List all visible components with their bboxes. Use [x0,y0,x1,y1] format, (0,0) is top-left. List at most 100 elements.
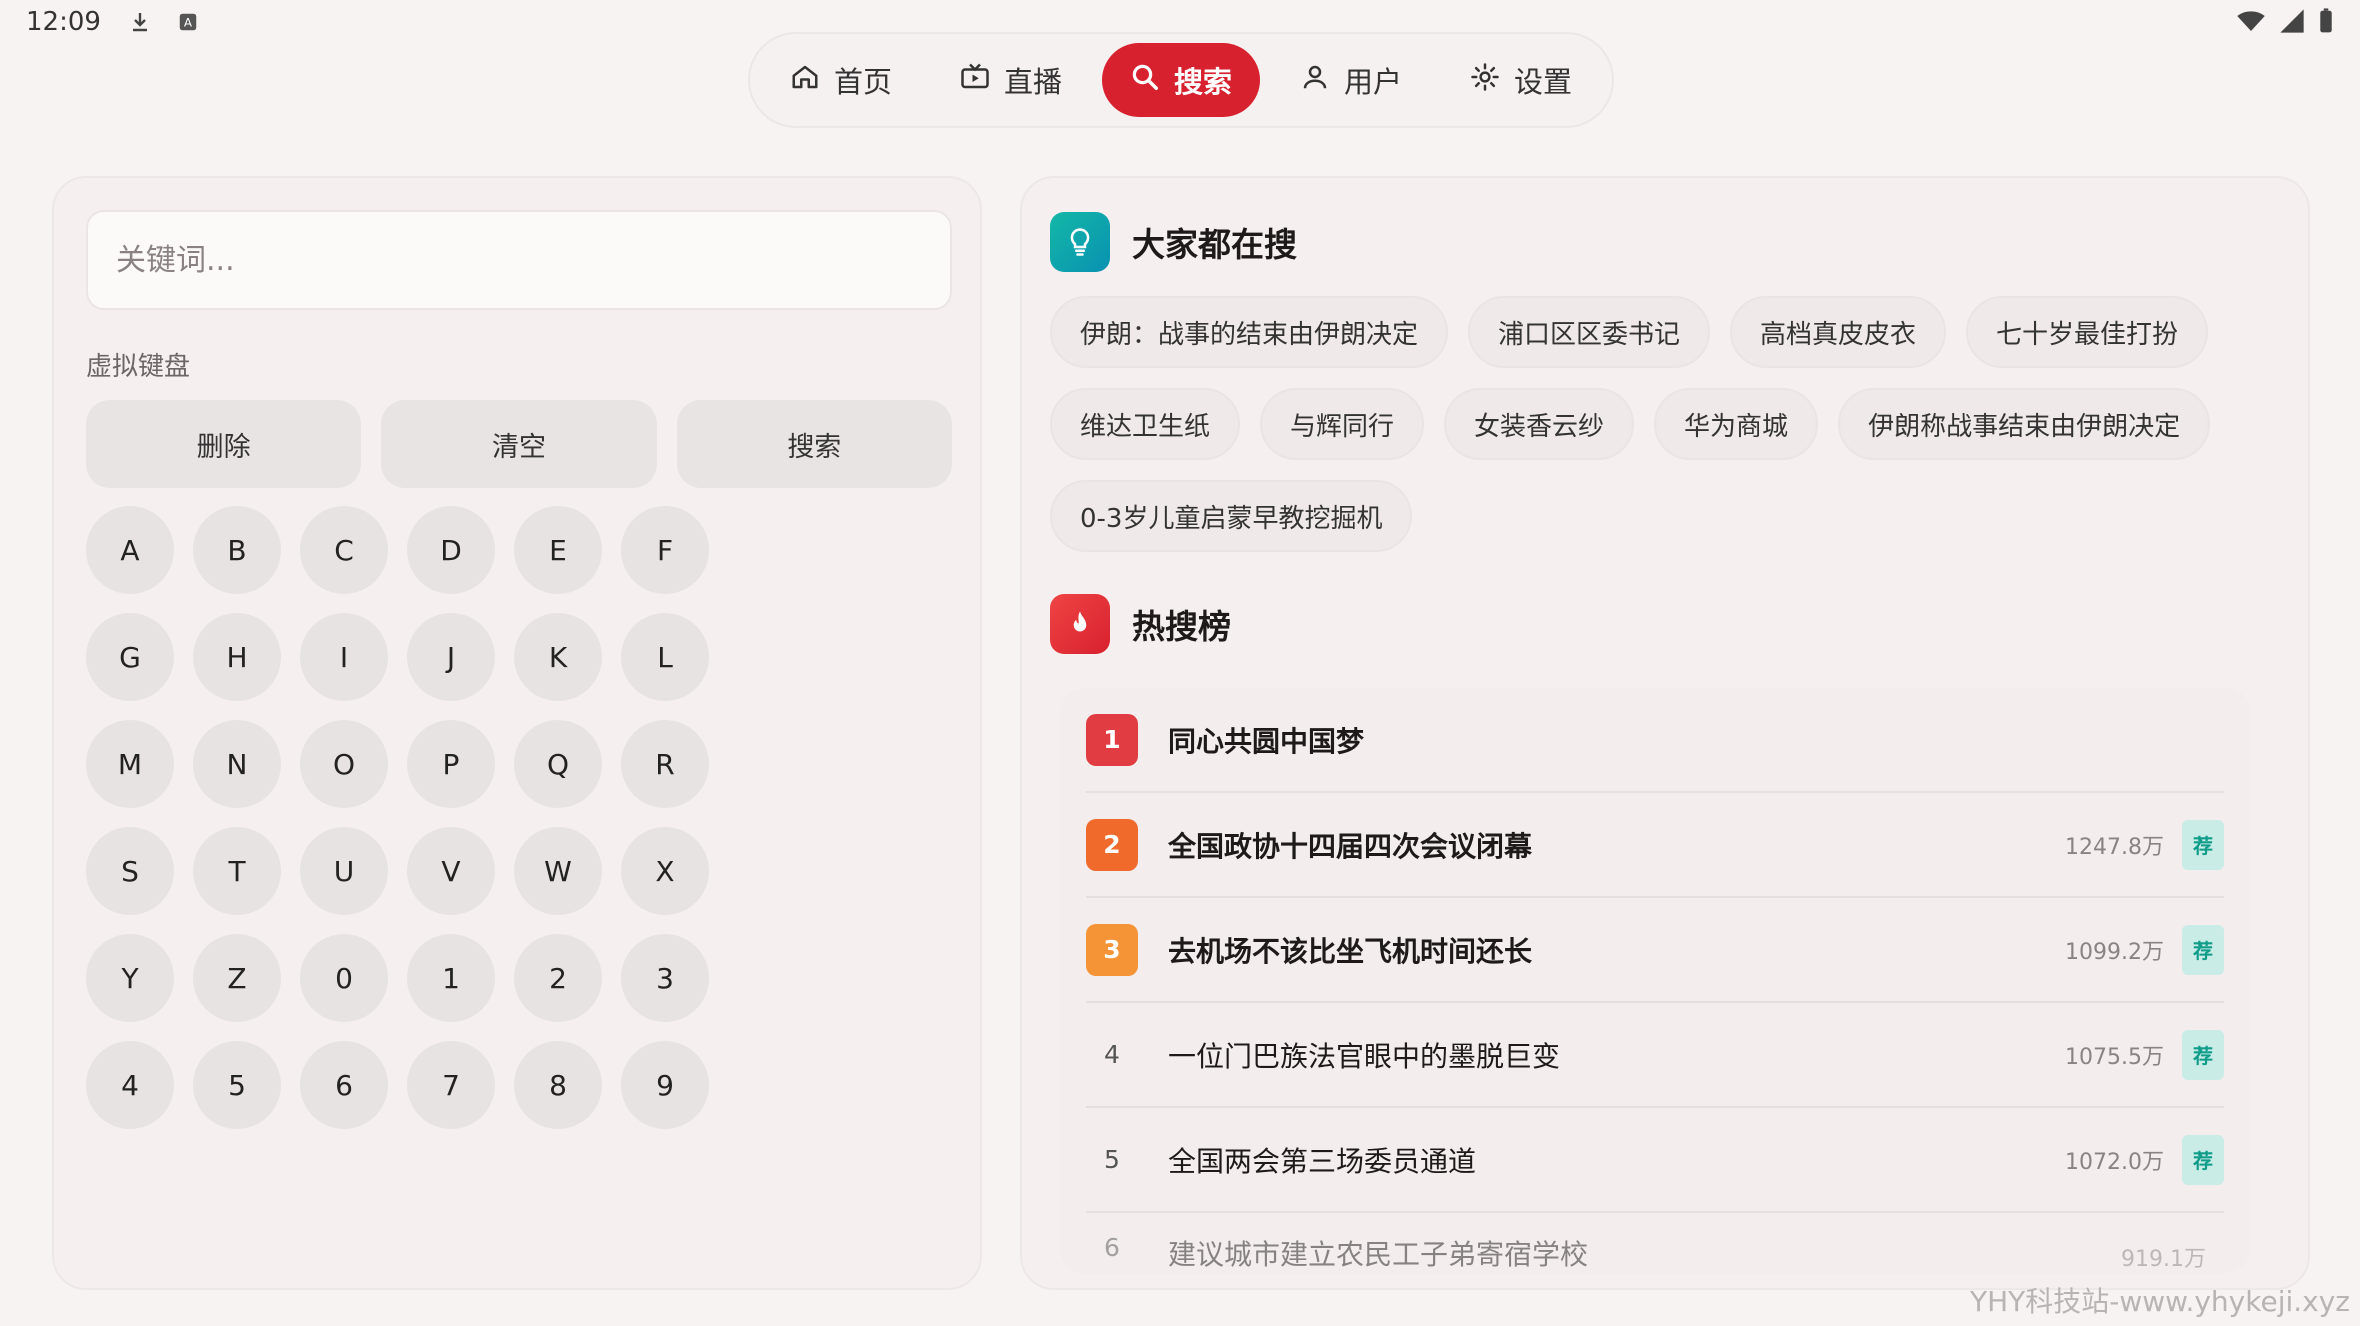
tab-label: 设置 [1513,65,1572,99]
hot-row[interactable]: 2 全国政协十四届四次会议闭幕 1247.8万 荐 [1086,793,2224,898]
key-1[interactable]: 1 [407,934,495,1022]
key-4[interactable]: 4 [86,1041,174,1129]
key-2[interactable]: 2 [514,934,602,1022]
key-s[interactable]: S [86,827,174,915]
popular-chip[interactable]: 伊朗：战事的结束由伊朗决定 [1050,296,1449,368]
key-9[interactable]: 9 [621,1041,709,1129]
key-t[interactable]: T [193,827,281,915]
key-n[interactable]: N [193,720,281,808]
tab-user[interactable]: 用户 [1272,43,1430,117]
tab-label: 搜索 [1173,65,1232,99]
key-o[interactable]: O [300,720,388,808]
popular-chip[interactable]: 伊朗称战事结束由伊朗决定 [1838,388,2211,460]
key-f[interactable]: F [621,506,709,594]
fire-icon [1050,594,1110,654]
hot-list: 1 同心共圆中国梦 2 全国政协十四届四次会议闭幕 1247.8万 荐 3 去机… [1060,688,2250,1273]
popular-chips: 伊朗：战事的结束由伊朗决定 浦口区区委书记 高档真皮皮衣 七十岁最佳打扮 维达卫… [1050,296,2280,552]
key-d[interactable]: D [407,506,495,594]
hot-row[interactable]: 1 同心共圆中国梦 [1086,688,2224,793]
top-nav: 首页 直播 搜索 用户 设置 [748,32,1614,128]
popular-chip[interactable]: 华为商城 [1654,388,1819,460]
tab-live[interactable]: 直播 [932,43,1090,117]
key-r[interactable]: R [621,720,709,808]
popular-chip[interactable]: 浦口区区委书记 [1468,296,1711,368]
search-button[interactable]: 搜索 [676,400,952,488]
keyboard-panel: 虚拟键盘 删除 清空 搜索 A B C D E F G H I J K L M … [52,176,982,1290]
key-3[interactable]: 3 [621,934,709,1022]
popular-header: 大家都在搜 [1050,212,1297,272]
key-p[interactable]: P [407,720,495,808]
hot-item-title: 去机场不该比坐飞机时间还长 [1168,934,1533,968]
hot-item-title: 全国两会第三场委员通道 [1168,1144,1477,1178]
keyboard-label: 虚拟键盘 [86,352,191,382]
key-6[interactable]: 6 [300,1041,388,1129]
hot-item-heat: 1072.0万 [2065,1149,2164,1175]
key-z[interactable]: Z [193,934,281,1022]
key-q[interactable]: Q [514,720,602,808]
search-icon [1130,62,1160,99]
key-l[interactable]: L [621,613,709,701]
key-i[interactable]: I [300,613,388,701]
key-7[interactable]: 7 [407,1041,495,1129]
recommend-badge: 荐 [2182,1029,2224,1080]
hot-item-title: 一位门巴族法官眼中的墨脱巨变 [1168,1039,1561,1073]
tv-icon [960,62,990,99]
popular-chip[interactable]: 女装香云纱 [1444,388,1635,460]
wifi-icon [2236,6,2266,43]
hot-item-heat: 919.1万 [2121,1247,2206,1272]
discover-panel: 大家都在搜 伊朗：战事的结束由伊朗决定 浦口区区委书记 高档真皮皮衣 七十岁最佳… [1020,176,2310,1290]
key-w[interactable]: W [514,827,602,915]
clear-button[interactable]: 清空 [381,400,657,488]
hot-item-heat: 1099.2万 [2065,939,2164,965]
hot-item-title: 同心共圆中国梦 [1168,724,1365,758]
hot-row[interactable]: 5 全国两会第三场委员通道 1072.0万 荐 [1086,1108,2224,1213]
keyboard-keys: A B C D E F G H I J K L M N O P Q R S T … [86,506,726,1129]
key-u[interactable]: U [300,827,388,915]
popular-chip[interactable]: 与辉同行 [1260,388,1425,460]
hot-row[interactable]: 4 一位门巴族法官眼中的墨脱巨变 1075.5万 荐 [1086,1003,2224,1108]
tab-search[interactable]: 搜索 [1101,43,1260,117]
recommend-badge: 荐 [2182,924,2224,975]
download-icon [127,9,153,35]
key-5[interactable]: 5 [193,1041,281,1129]
user-icon [1300,62,1330,99]
status-right-icons [2236,6,2334,43]
key-a[interactable]: A [86,506,174,594]
popular-title: 大家都在搜 [1132,225,1297,264]
key-8[interactable]: 8 [514,1041,602,1129]
hot-item-title: 全国政协十四届四次会议闭幕 [1168,829,1533,863]
hot-title: 热搜榜 [1132,607,1231,646]
tab-home[interactable]: 首页 [762,43,920,117]
key-c[interactable]: C [300,506,388,594]
key-e[interactable]: E [514,506,602,594]
lightbulb-icon [1050,212,1110,272]
key-v[interactable]: V [407,827,495,915]
key-x[interactable]: X [621,827,709,915]
key-h[interactable]: H [193,613,281,701]
search-input[interactable] [86,210,952,310]
rank-badge: 1 [1086,713,1138,766]
key-0[interactable]: 0 [300,934,388,1022]
key-m[interactable]: M [86,720,174,808]
popular-chip[interactable]: 0-3岁儿童启蒙早教挖掘机 [1050,480,1413,552]
tab-settings[interactable]: 设置 [1442,43,1600,117]
key-g[interactable]: G [86,613,174,701]
keyboard-actions: 删除 清空 搜索 [86,400,952,488]
popular-chip[interactable]: 维达卫生纸 [1050,388,1241,460]
hot-item-heat: 1075.5万 [2065,1044,2164,1070]
key-k[interactable]: K [514,613,602,701]
watermark: YHY科技站-www.yhykeji.xyz [1969,1285,2350,1318]
status-time: 12:09 [26,7,101,37]
tab-label: 用户 [1343,65,1402,99]
popular-chip[interactable]: 七十岁最佳打扮 [1966,296,2209,368]
key-y[interactable]: Y [86,934,174,1022]
hot-row[interactable]: 6 建议城市建立农民工子弟寄宿学校 919.1万 [1086,1213,2224,1273]
hot-header: 热搜榜 [1050,594,1231,654]
key-j[interactable]: J [407,613,495,701]
hot-row[interactable]: 3 去机场不该比坐飞机时间还长 1099.2万 荐 [1086,898,2224,1003]
delete-button[interactable]: 删除 [86,400,362,488]
rank-badge: 2 [1086,818,1138,871]
key-b[interactable]: B [193,506,281,594]
popular-chip[interactable]: 高档真皮皮衣 [1730,296,1947,368]
recommend-badge: 荐 [2182,1134,2224,1185]
